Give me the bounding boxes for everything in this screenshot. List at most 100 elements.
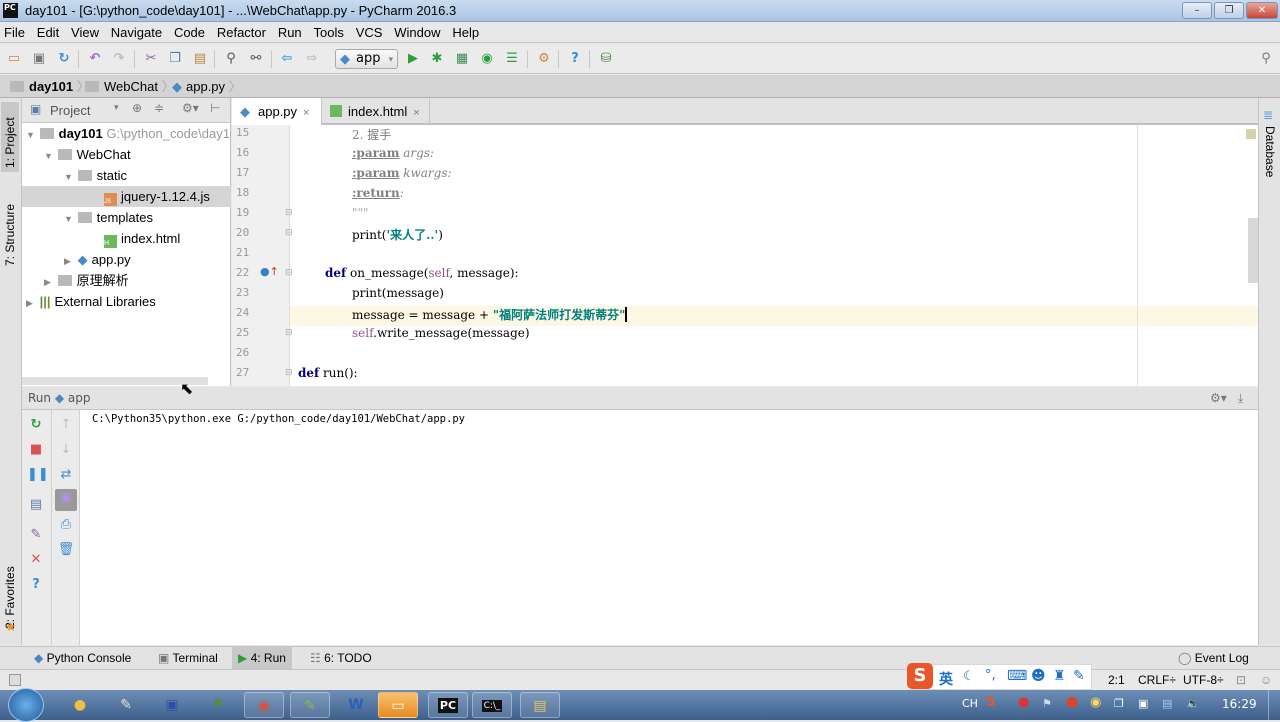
gear-icon[interactable]: ⚙▾ bbox=[1210, 387, 1227, 410]
taskbar-app-notepad-icon[interactable]: ✎ bbox=[290, 692, 330, 718]
line-separator-select[interactable]: CRLF÷ bbox=[1138, 670, 1176, 691]
taskbar-app-orange-icon[interactable]: ▭ bbox=[378, 692, 418, 718]
taskbar-app-word-icon[interactable]: W bbox=[336, 692, 376, 718]
tray-ev-icon[interactable]: ● bbox=[1018, 695, 1029, 710]
tab-python-console[interactable]: ◆ Python Console bbox=[28, 647, 137, 669]
restore-layout-icon[interactable]: ▤ bbox=[27, 496, 45, 514]
tab-app-py[interactable]: ◆ app.py × bbox=[232, 98, 322, 125]
fold-icon[interactable]: ⊟ bbox=[285, 368, 293, 378]
tree-item-webchat[interactable]: ▼ WebChat bbox=[22, 144, 231, 165]
ime-mode-toggle[interactable]: 英 bbox=[939, 669, 953, 689]
tray-monitor-icon[interactable]: ▣ bbox=[1138, 697, 1148, 710]
sync-icon[interactable]: ↻ bbox=[55, 50, 73, 68]
tree-item-index-html[interactable]: Hindex.html bbox=[22, 228, 231, 249]
menu-run[interactable]: Run bbox=[274, 22, 306, 43]
inspection-status-icon[interactable] bbox=[1246, 129, 1256, 139]
tray-display-icon[interactable]: ▤ bbox=[1162, 697, 1172, 710]
breadcrumb-app-py[interactable]: ◆ app.py 〉 bbox=[172, 75, 242, 98]
keyboard-icon[interactable]: ⌨ bbox=[1007, 668, 1027, 684]
help-icon[interactable]: ? bbox=[566, 50, 584, 68]
code-line-24[interactable]: message = message + "福阿萨法师打发斯蒂芬" bbox=[352, 306, 628, 323]
stop-icon[interactable]: ■ bbox=[27, 441, 45, 459]
help-icon[interactable]: ? bbox=[27, 576, 45, 594]
soft-wrap-icon[interactable]: ⇄ bbox=[57, 466, 75, 484]
sogou-icon[interactable]: S bbox=[907, 663, 933, 689]
inspector-icon[interactable]: ☺ bbox=[1260, 670, 1272, 691]
event-log-button[interactable]: ◯ Event Log bbox=[1172, 647, 1255, 669]
override-method-icon[interactable]: ●↑ bbox=[260, 265, 279, 278]
tray-record-icon[interactable]: ● bbox=[1066, 694, 1078, 710]
minimize-button[interactable]: – bbox=[1182, 2, 1212, 19]
sdk-icon[interactable]: ⛁ bbox=[597, 50, 615, 68]
code-line-16[interactable]: :param args: bbox=[352, 146, 434, 160]
show-desktop-button[interactable] bbox=[1268, 690, 1280, 720]
code-line-18[interactable]: :return: bbox=[352, 186, 404, 200]
down-arrow-icon[interactable]: ↓ bbox=[57, 441, 75, 459]
code-line-17[interactable]: :param kwargs: bbox=[352, 166, 452, 180]
debug-icon[interactable]: ✱ bbox=[428, 50, 446, 68]
menu-code[interactable]: Code bbox=[170, 22, 209, 43]
taskbar-app-network-icon[interactable]: ⚑ bbox=[198, 692, 238, 718]
code-line-23[interactable]: print(message) bbox=[352, 286, 444, 300]
tree-item-day101[interactable]: ▼ day101 G:\python_code\day101 bbox=[22, 123, 231, 144]
rerun-icon[interactable]: ↻ bbox=[27, 416, 45, 434]
tree-item-yuanli[interactable]: ▶ 原理解析 bbox=[22, 270, 231, 291]
taskbar-app-pycharm-icon[interactable]: PC bbox=[428, 692, 468, 718]
taskbar-app-cmd-icon[interactable]: C:\_ bbox=[472, 692, 512, 718]
code-line-19[interactable]: """ bbox=[352, 206, 369, 220]
tray-browser-icon[interactable]: ◉ bbox=[1090, 695, 1101, 710]
lock-icon[interactable]: ⊡ bbox=[1236, 670, 1246, 691]
redo-icon[interactable]: ↷ bbox=[110, 50, 128, 68]
menu-navigate[interactable]: Navigate bbox=[107, 22, 166, 43]
encoding-select[interactable]: UTF-8÷ bbox=[1183, 670, 1224, 691]
code-line-15[interactable]: 2. 握手 bbox=[352, 126, 391, 143]
menu-refactor[interactable]: Refactor bbox=[213, 22, 270, 43]
collapse-all-icon[interactable]: ≑ bbox=[154, 101, 164, 115]
menu-file[interactable]: File bbox=[0, 22, 29, 43]
tray-sogou-icon[interactable]: S bbox=[986, 695, 995, 710]
close-icon[interactable]: ✕ bbox=[27, 551, 45, 569]
restore-button[interactable]: ❐ bbox=[1214, 2, 1244, 19]
close-button[interactable]: ✕ bbox=[1246, 2, 1278, 19]
tab-run[interactable]: ▶ 4: Run bbox=[232, 647, 292, 669]
user-icon[interactable]: ☻ bbox=[1031, 668, 1046, 684]
menu-edit[interactable]: Edit bbox=[33, 22, 63, 43]
print-icon[interactable]: ⎙ bbox=[57, 516, 75, 534]
copy-icon[interactable]: ❐ bbox=[166, 50, 184, 68]
tab-terminal[interactable]: ▣ Terminal bbox=[152, 647, 224, 669]
code-line-20[interactable]: print('来人了..') bbox=[352, 226, 443, 243]
up-arrow-icon[interactable]: ↑ bbox=[57, 416, 75, 434]
tab-database[interactable]: Database bbox=[1261, 122, 1279, 182]
open-folder-icon[interactable]: ▭ bbox=[5, 50, 23, 68]
tree-item-app-py[interactable]: ▶ ◆ app.py bbox=[22, 249, 231, 270]
tray-language[interactable]: CH bbox=[962, 697, 978, 710]
tab-index-html[interactable]: index.html × bbox=[322, 98, 430, 125]
menu-vcs[interactable]: VCS bbox=[352, 22, 387, 43]
back-icon[interactable]: ⇦ bbox=[278, 50, 296, 68]
taskbar-app-chrome-icon[interactable]: ◉ bbox=[244, 692, 284, 718]
code-line-22[interactable]: def on_message(self, message): bbox=[325, 266, 519, 280]
vertical-scrollbar[interactable] bbox=[1248, 218, 1258, 283]
code-line-25[interactable]: self.write_message(message) bbox=[352, 326, 530, 340]
tab-project[interactable]: 1: Project bbox=[1, 102, 19, 172]
tray-volume-icon[interactable]: 🔈 bbox=[1186, 697, 1200, 710]
close-tab-icon[interactable]: × bbox=[303, 107, 309, 119]
tree-item-templates[interactable]: ▼ templates bbox=[22, 207, 231, 228]
taskbar-app-explorer-icon[interactable]: ▤ bbox=[520, 692, 560, 718]
hide-panel-icon[interactable]: ⊢ bbox=[210, 101, 220, 115]
undo-icon[interactable]: ↶ bbox=[86, 50, 104, 68]
clock[interactable]: 16:29 bbox=[1222, 697, 1257, 711]
menu-window[interactable]: Window bbox=[390, 22, 444, 43]
skin-icon[interactable]: ♜ bbox=[1053, 668, 1066, 684]
run-icon[interactable]: ▶ bbox=[404, 50, 422, 68]
fold-icon[interactable]: ⊟ bbox=[285, 328, 293, 338]
forward-icon[interactable]: ⇨ bbox=[303, 50, 321, 68]
close-tab-icon[interactable]: × bbox=[413, 107, 419, 119]
cut-icon[interactable]: ✂ bbox=[142, 50, 160, 68]
profile-icon[interactable]: ◉ bbox=[478, 50, 496, 68]
taskbar-app-save-icon[interactable]: ▣ bbox=[152, 692, 192, 718]
console-output[interactable]: C:\Python35\python.exe G:/python_code/da… bbox=[92, 413, 465, 425]
fold-icon[interactable]: ⊟ bbox=[285, 268, 293, 278]
tree-item-jquery[interactable]: JS jquery-1.12.4.js bbox=[22, 186, 231, 207]
menu-view[interactable]: View bbox=[67, 22, 103, 43]
